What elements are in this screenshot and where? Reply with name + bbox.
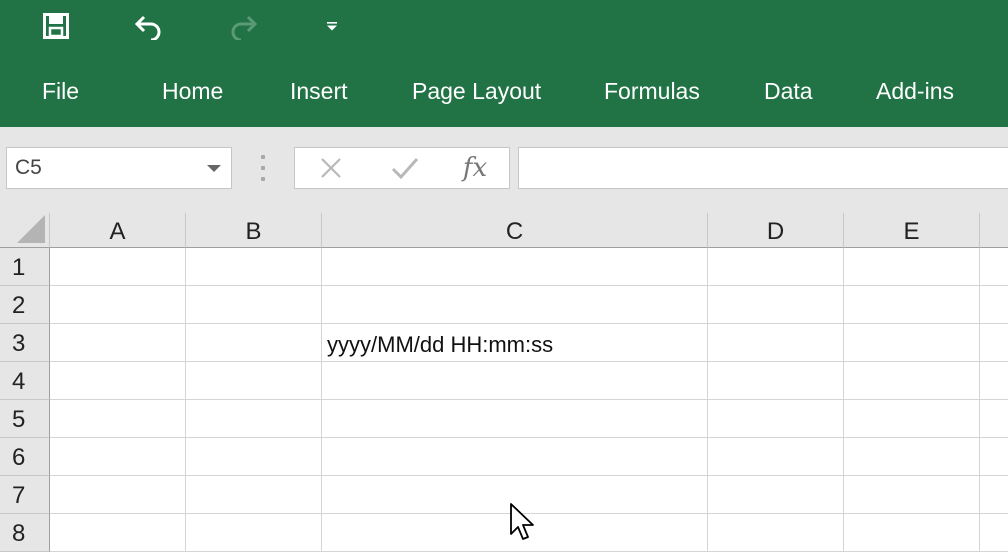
- cell-a3[interactable]: [50, 324, 186, 362]
- row-header-3[interactable]: 3: [0, 324, 50, 362]
- column-header-b[interactable]: B: [186, 213, 322, 248]
- fx-icon: fx: [462, 153, 488, 183]
- cell-d2[interactable]: [708, 286, 844, 324]
- cell-f6[interactable]: [980, 438, 1008, 476]
- tab-data[interactable]: Data: [764, 70, 813, 114]
- cell-b1[interactable]: [186, 248, 322, 286]
- chevron-down-icon[interactable]: [207, 165, 221, 172]
- cell-c4[interactable]: [322, 362, 708, 400]
- column-header-c[interactable]: C: [322, 213, 708, 248]
- cell-f5[interactable]: [980, 400, 1008, 438]
- cell-c5[interactable]: [322, 400, 708, 438]
- cell-d5[interactable]: [708, 400, 844, 438]
- cell-e3[interactable]: [844, 324, 980, 362]
- tab-add-ins[interactable]: Add-ins: [876, 70, 954, 114]
- cell-e4[interactable]: [844, 362, 980, 400]
- cell-f1[interactable]: [980, 248, 1008, 286]
- cell-f7[interactable]: [980, 476, 1008, 514]
- checkmark-icon: [391, 158, 419, 180]
- cell-value: yyyy/MM/dd HH:mm:ss: [327, 332, 554, 357]
- cell-b8[interactable]: [186, 514, 322, 552]
- undo-button[interactable]: [128, 6, 170, 46]
- cell-c2[interactable]: [322, 286, 708, 324]
- tab-home[interactable]: Home: [162, 70, 223, 114]
- row-header-7[interactable]: 7: [0, 476, 50, 514]
- formula-input[interactable]: [518, 147, 1008, 189]
- cell-d1[interactable]: [708, 248, 844, 286]
- cell-b2[interactable]: [186, 286, 322, 324]
- drag-handle-icon[interactable]: [261, 155, 265, 181]
- cell-b5[interactable]: [186, 400, 322, 438]
- cell-e5[interactable]: [844, 400, 980, 438]
- column-header-e[interactable]: E: [844, 213, 980, 248]
- cell-b3[interactable]: [186, 324, 322, 362]
- insert-function-button[interactable]: fx: [455, 148, 495, 188]
- cell-b7[interactable]: [186, 476, 322, 514]
- row-header-2[interactable]: 2: [0, 286, 50, 324]
- cell-c1[interactable]: [322, 248, 708, 286]
- cell-a2[interactable]: [50, 286, 186, 324]
- row-header-4[interactable]: 4: [0, 362, 50, 400]
- cell-e6[interactable]: [844, 438, 980, 476]
- cell-f2[interactable]: [980, 286, 1008, 324]
- cell-e1[interactable]: [844, 248, 980, 286]
- formula-bar-area: C5 fx: [0, 127, 1008, 213]
- mouse-pointer-icon: [510, 503, 534, 540]
- cell-b4[interactable]: [186, 362, 322, 400]
- cell-d3[interactable]: [708, 324, 844, 362]
- row-header-6[interactable]: 6: [0, 438, 50, 476]
- cell-b6[interactable]: [186, 438, 322, 476]
- customize-qat-icon: [327, 22, 337, 31]
- worksheet-grid: A B C D E 1 2 3 4 5 6 7 8 yyyy/MM/dd HH:…: [0, 213, 1008, 552]
- save-icon: [43, 13, 69, 39]
- cell-c6[interactable]: [322, 438, 708, 476]
- tab-file[interactable]: File: [42, 70, 79, 114]
- select-all-button[interactable]: [0, 213, 50, 248]
- tab-formulas[interactable]: Formulas: [604, 70, 700, 114]
- save-button[interactable]: [36, 6, 76, 46]
- tab-page-layout[interactable]: Page Layout: [412, 70, 541, 114]
- column-header-f[interactable]: [980, 213, 1008, 248]
- cell-a4[interactable]: [50, 362, 186, 400]
- close-icon: [321, 158, 341, 178]
- cell-c3[interactable]: yyyy/MM/dd HH:mm:ss: [322, 324, 708, 362]
- cell-e8[interactable]: [844, 514, 980, 552]
- formula-buttons: fx: [294, 147, 510, 189]
- ribbon: File Home Insert Page Layout Formulas Da…: [0, 0, 1008, 127]
- cell-f4[interactable]: [980, 362, 1008, 400]
- tab-insert[interactable]: Insert: [290, 70, 348, 114]
- cancel-button[interactable]: [311, 148, 351, 188]
- row-header-1[interactable]: 1: [0, 248, 50, 286]
- cell-a7[interactable]: [50, 476, 186, 514]
- redo-icon: [231, 15, 258, 40]
- customize-qat-button[interactable]: [318, 6, 346, 46]
- row-header-8[interactable]: 8: [0, 514, 50, 552]
- cell-a6[interactable]: [50, 438, 186, 476]
- name-box-value: C5: [15, 156, 42, 179]
- cell-a5[interactable]: [50, 400, 186, 438]
- cell-d6[interactable]: [708, 438, 844, 476]
- cell-a1[interactable]: [50, 248, 186, 286]
- undo-icon: [134, 15, 161, 40]
- cell-d7[interactable]: [708, 476, 844, 514]
- cell-a8[interactable]: [50, 514, 186, 552]
- cell-f3[interactable]: [980, 324, 1008, 362]
- redo-button[interactable]: [222, 6, 264, 46]
- cell-d8[interactable]: [708, 514, 844, 552]
- cell-e2[interactable]: [844, 286, 980, 324]
- name-box[interactable]: C5: [6, 147, 232, 189]
- cell-e7[interactable]: [844, 476, 980, 514]
- cell-f8[interactable]: [980, 514, 1008, 552]
- column-header-a[interactable]: A: [50, 213, 186, 248]
- enter-button[interactable]: [385, 148, 425, 188]
- column-header-d[interactable]: D: [708, 213, 844, 248]
- cell-d4[interactable]: [708, 362, 844, 400]
- row-header-5[interactable]: 5: [0, 400, 50, 438]
- ribbon-tabs: File Home Insert Page Layout Formulas Da…: [0, 70, 1008, 114]
